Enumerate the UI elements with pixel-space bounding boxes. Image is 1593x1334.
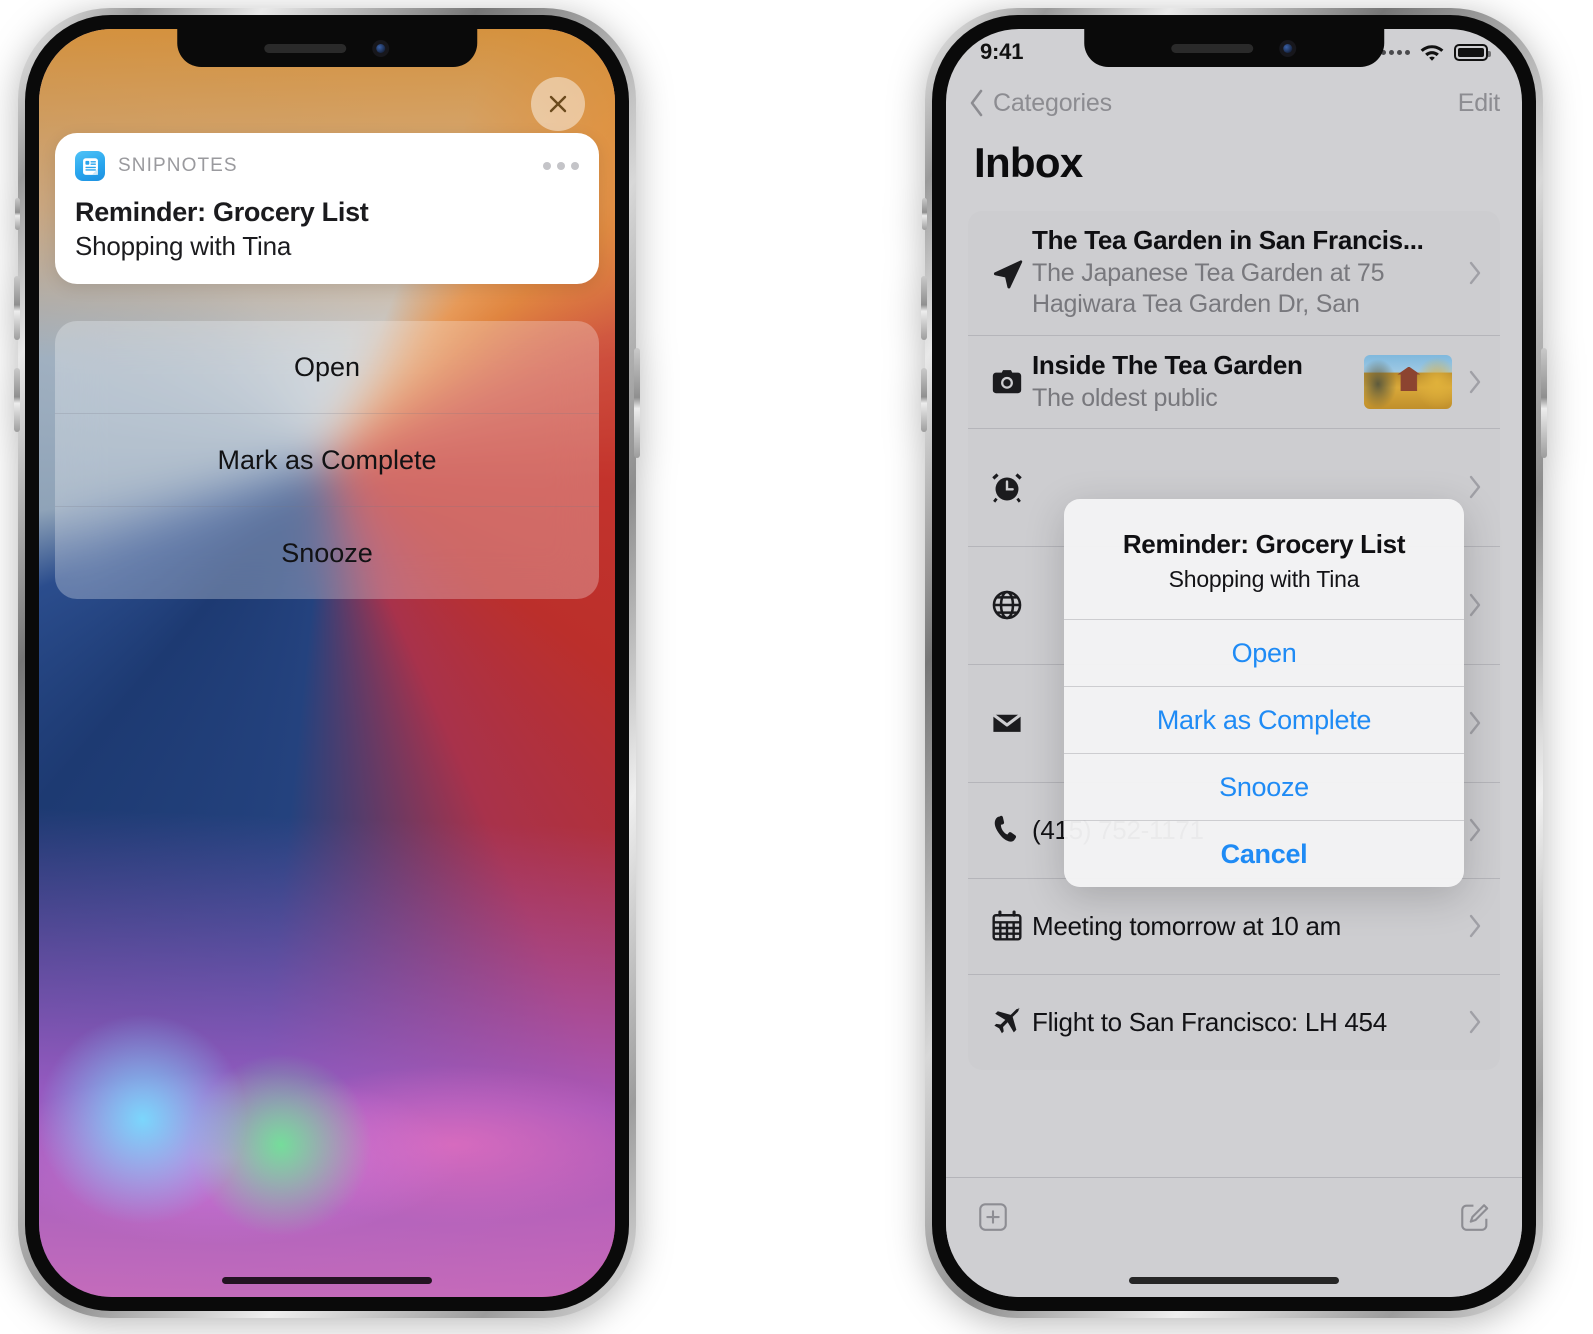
add-note-icon (979, 1203, 1007, 1231)
list-item-thumbnail (1364, 354, 1452, 409)
phone-left-notch (177, 29, 477, 67)
battery-full-icon (1454, 43, 1491, 61)
phone-left-lockscreen: SNIPNOTES Reminder: Grocery List Shoppin… (14, 8, 640, 1318)
alert-button-snooze[interactable]: Snooze (1064, 753, 1464, 820)
chevron-right-icon (1468, 817, 1482, 843)
volume-up-button[interactable] (14, 276, 20, 340)
front-camera-icon (1279, 39, 1297, 57)
phone-right-screen: 9:41 Categories Edit Inbox The Tea Garde… (946, 29, 1522, 1297)
chevron-right-icon (1468, 260, 1482, 286)
volume-up-button[interactable] (921, 276, 927, 340)
phone-right-bezel: 9:41 Categories Edit Inbox The Tea Garde… (932, 15, 1536, 1311)
phone-left-screen: SNIPNOTES Reminder: Grocery List Shoppin… (39, 29, 615, 1297)
more-options-icon[interactable] (543, 162, 579, 170)
list-item[interactable]: The Tea Garden in San Francis... The Jap… (968, 211, 1500, 335)
chevron-right-icon (1468, 710, 1482, 736)
notification-subtitle: Shopping with Tina (75, 231, 292, 261)
list-item-body (1032, 443, 1462, 445)
reminder-alert-dialog: Reminder: Grocery List Shopping with Tin… (1064, 499, 1464, 887)
list-item-body: Inside The Tea Garden The oldest public (1032, 350, 1364, 414)
power-button[interactable] (634, 348, 640, 458)
notification-title: Reminder: Grocery List (75, 197, 369, 227)
alert-title: Reminder: Grocery List (1122, 529, 1406, 559)
airplane-icon (982, 1005, 1032, 1039)
volume-down-button[interactable] (14, 368, 20, 432)
page-title: Inbox (974, 139, 1083, 186)
close-icon (549, 95, 567, 113)
notification-app-name: SNIPNOTES (118, 155, 238, 176)
home-indicator[interactable] (222, 1277, 432, 1284)
back-button[interactable]: Categories (968, 88, 1112, 118)
compose-button[interactable] (1458, 1200, 1492, 1234)
chevron-right-icon (1468, 1009, 1482, 1035)
add-note-button[interactable] (976, 1200, 1010, 1234)
edit-button[interactable]: Edit (1458, 89, 1500, 118)
status-bar-indicators (1381, 43, 1491, 62)
chevron-left-icon (970, 89, 983, 117)
notification-card[interactable]: SNIPNOTES Reminder: Grocery List Shoppin… (55, 133, 599, 284)
phone-icon (982, 813, 1032, 847)
chevron-right-icon (1468, 474, 1482, 500)
navigation-bar: Categories Edit (946, 75, 1522, 131)
notification-action-mark-as-complete[interactable]: Mark as Complete (55, 413, 599, 506)
phone-right-notch (1084, 29, 1384, 67)
alert-button-cancel[interactable]: Cancel (1064, 820, 1464, 887)
cellular-signal-icon (1381, 49, 1410, 55)
note-glyph-icon (82, 157, 98, 175)
notification-header: SNIPNOTES (75, 151, 579, 181)
compose-icon (1461, 1204, 1489, 1231)
close-button[interactable] (531, 77, 585, 131)
earpiece-speaker-icon (264, 43, 347, 53)
camera-icon (982, 365, 1032, 399)
alert-message: Shopping with Tina (1168, 566, 1360, 592)
alert-button-open[interactable]: Open (1064, 619, 1464, 686)
notification-action-snooze[interactable]: Snooze (55, 506, 599, 599)
list-item[interactable]: Flight to San Francisco: LH 454 (968, 973, 1500, 1070)
chevron-right-icon (1468, 369, 1482, 395)
screenshot-stage: SNIPNOTES Reminder: Grocery List Shoppin… (0, 0, 1593, 1334)
mail-icon (982, 706, 1032, 740)
wifi-icon (1419, 43, 1445, 62)
chevron-right-icon (1468, 592, 1482, 618)
alert-header: Reminder: Grocery List Shopping with Tin… (1064, 499, 1464, 619)
list-item-subtitle: The Japanese Tea Garden at 75 Hagiwara T… (1032, 259, 1385, 319)
mute-switch-button[interactable] (922, 198, 927, 230)
list-item-body: The Tea Garden in San Francis... The Jap… (1032, 225, 1462, 321)
snipnotes-app-icon (75, 151, 105, 181)
earpiece-speaker-icon (1171, 43, 1254, 53)
notification-action-open[interactable]: Open (55, 321, 599, 413)
location-arrow-icon (982, 256, 1032, 290)
list-item[interactable]: Meeting tomorrow at 10 am (968, 877, 1500, 974)
power-button[interactable] (1541, 348, 1547, 458)
list-item-title: Meeting tomorrow at 10 am (1032, 910, 1341, 941)
list-item-title: The Tea Garden in San Francis... (1032, 225, 1424, 255)
status-bar-time: 9:41 (980, 39, 1024, 64)
list-item-title: Flight to San Francisco: LH 454 (1032, 1006, 1387, 1037)
home-indicator[interactable] (1129, 1277, 1339, 1284)
calendar-icon (982, 909, 1032, 943)
list-item-subtitle: The oldest public (1032, 383, 1218, 412)
phone-right-app: 9:41 Categories Edit Inbox The Tea Garde… (921, 8, 1547, 1318)
list-item[interactable]: Inside The Tea Garden The oldest public (968, 334, 1500, 428)
mute-switch-button[interactable] (15, 198, 20, 230)
list-item-title: Inside The Tea Garden (1032, 349, 1303, 380)
notification-actions: Open Mark as Complete Snooze (55, 321, 599, 599)
front-camera-icon (372, 39, 390, 57)
alert-button-mark-as-complete[interactable]: Mark as Complete (1064, 686, 1464, 753)
volume-down-button[interactable] (921, 368, 927, 432)
chevron-right-icon (1468, 913, 1482, 939)
alarm-clock-icon (982, 470, 1032, 504)
phone-left-bezel: SNIPNOTES Reminder: Grocery List Shoppin… (25, 15, 629, 1311)
globe-icon (982, 588, 1032, 622)
back-button-label: Categories (993, 88, 1112, 117)
